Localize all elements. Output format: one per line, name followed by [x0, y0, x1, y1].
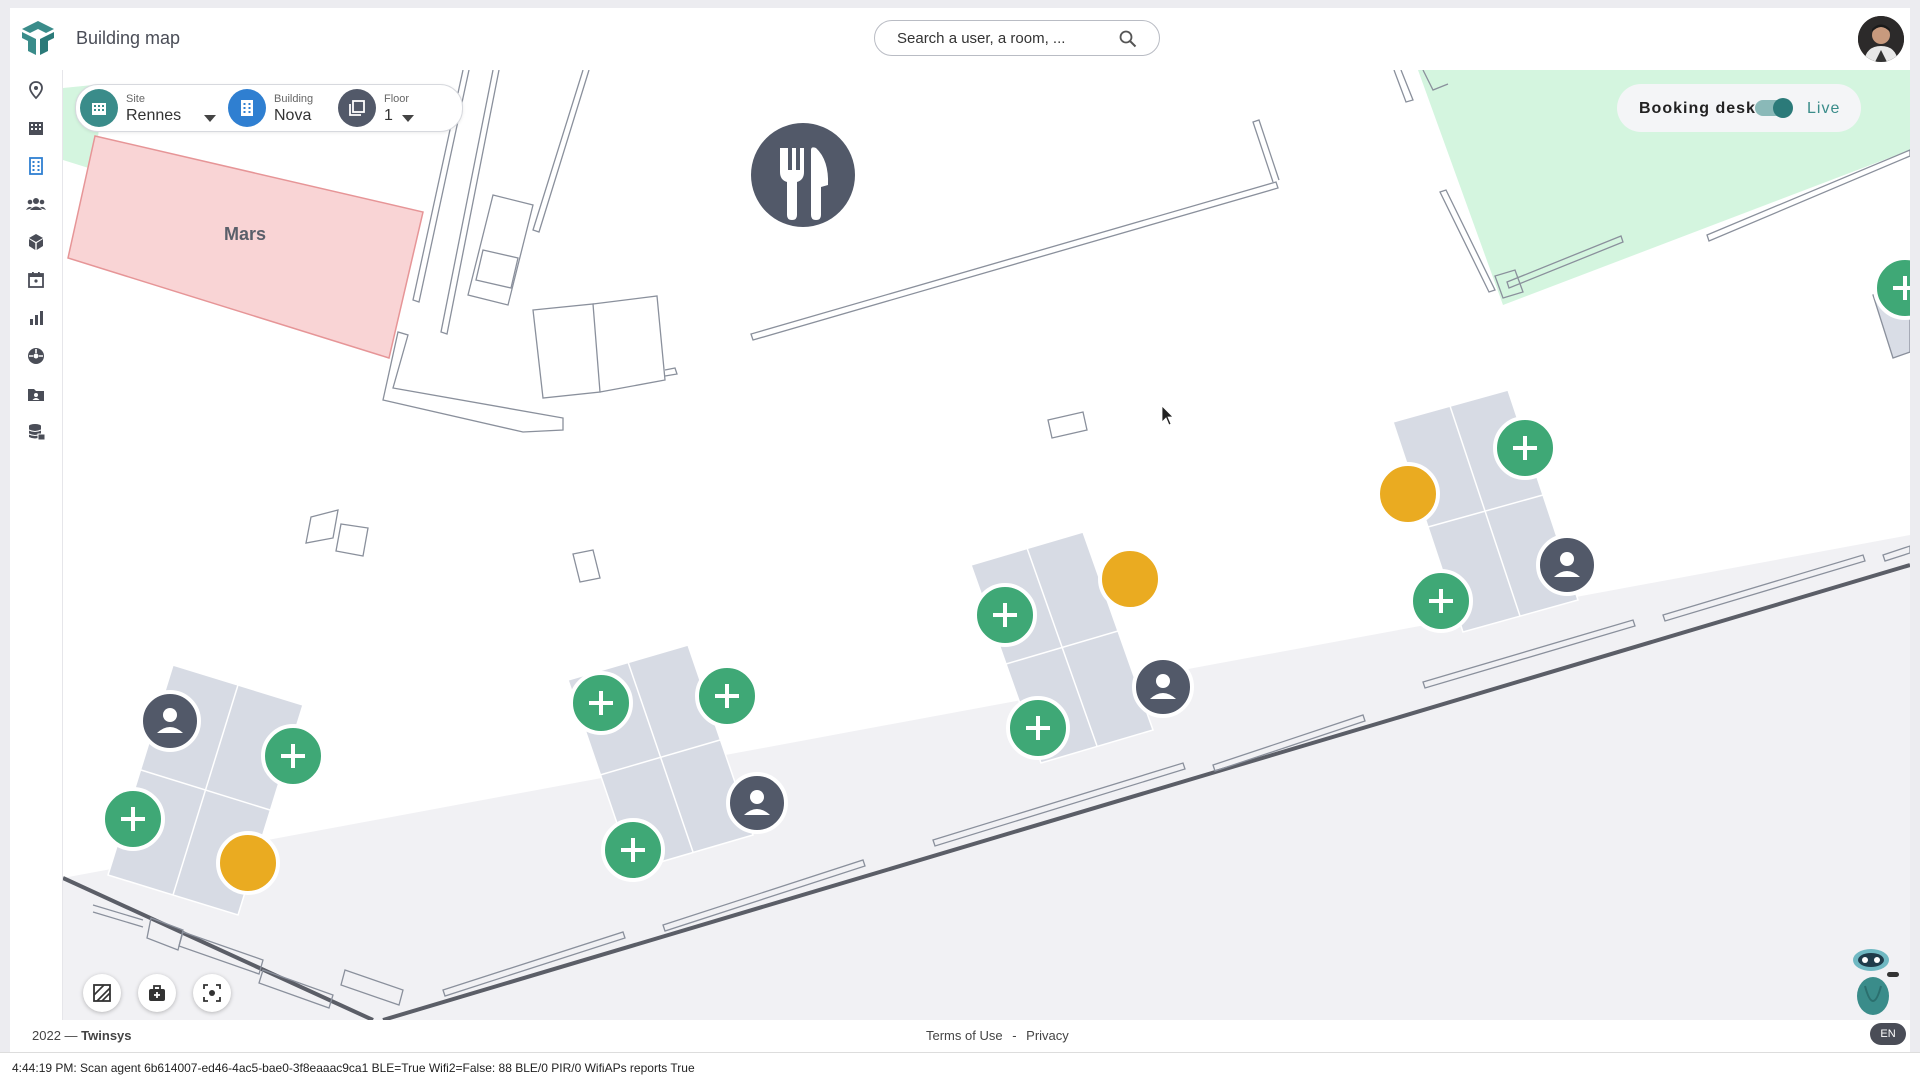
toolbox-icon	[149, 985, 165, 1001]
app-window: Building map Search a user, a room, ... …	[10, 8, 1910, 1052]
booking-desk-label: Booking desk	[1639, 100, 1756, 117]
floor-plan: Mars	[63, 70, 1910, 1020]
building-label: Building	[274, 93, 314, 105]
building-selector[interactable]: Building Nova	[224, 85, 334, 131]
site-value: Rennes	[126, 107, 182, 124]
hatch-icon	[93, 984, 111, 1002]
restaurant-icon	[751, 123, 855, 227]
floor-value: 1	[384, 107, 393, 124]
search-input[interactable]	[895, 29, 1119, 48]
assistant-robot-icon[interactable]	[1845, 946, 1901, 1016]
badge-folder-icon	[28, 389, 44, 401]
room-mars-label: Mars	[224, 224, 266, 244]
footer-separator: -	[1012, 1028, 1017, 1043]
sidebar-item-statistics[interactable]	[22, 304, 50, 332]
live-toggle[interactable]	[1755, 98, 1793, 118]
sidebar-item-buildings[interactable]	[22, 114, 50, 142]
page-title: Building map	[76, 28, 181, 48]
floor-layers-icon	[338, 89, 376, 127]
top-header: Building map	[10, 8, 1910, 71]
footer-links: Terms of Use - Privacy	[926, 1028, 1069, 1043]
location-selector: Site Rennes Building Nova Floor 1	[75, 84, 463, 132]
site-selector[interactable]: Site Rennes	[76, 85, 222, 131]
live-label: Live	[1807, 100, 1841, 117]
cube-icon	[29, 234, 43, 250]
sidebar-item-building-map[interactable]	[22, 152, 50, 180]
site-chevron-down-icon	[204, 115, 216, 122]
dashboard-icon	[28, 348, 44, 364]
buildings-icon	[29, 122, 43, 135]
sidebar-item-database[interactable]	[22, 418, 50, 446]
sidebar-item-calendar[interactable]	[22, 266, 50, 294]
twinsys-logo[interactable]	[18, 18, 58, 58]
search-icon[interactable]	[1119, 30, 1137, 48]
copyright: 2022 — Twinsys	[32, 1028, 132, 1043]
database-lock-icon	[28, 424, 46, 441]
location-pin-icon	[29, 81, 43, 100]
bar-chart-icon	[30, 311, 43, 325]
footer: 2022 — Twinsys Terms of Use - Privacy EN	[10, 1020, 1910, 1052]
copyright-year: 2022 —	[32, 1028, 78, 1043]
floor-selector[interactable]: Floor 1	[334, 85, 460, 131]
sidebar	[10, 70, 63, 1020]
floor-chevron-down-icon	[402, 115, 414, 122]
building-map-canvas[interactable]: Mars Site Rennes Building Nova Floor 1 B…	[63, 70, 1910, 1020]
floor-label: Floor	[384, 93, 410, 105]
building-value: Nova	[274, 107, 312, 124]
site-label: Site	[126, 93, 145, 105]
status-bar: 4:44:19 PM: Scan agent 6b614007-ed46-4ac…	[0, 1052, 1920, 1081]
mouse-cursor	[1161, 405, 1174, 426]
language-button[interactable]: EN	[1870, 1023, 1906, 1045]
terms-link[interactable]: Terms of Use	[926, 1028, 1003, 1043]
calendar-icon	[28, 272, 44, 288]
focus-button[interactable]	[193, 974, 231, 1012]
room-mars	[67, 135, 424, 359]
sidebar-item-locations[interactable]	[22, 76, 50, 104]
user-avatar[interactable]	[1858, 16, 1904, 62]
site-building-icon	[80, 89, 118, 127]
sidebar-item-people[interactable]	[22, 190, 50, 218]
sidebar-item-dashboard[interactable]	[22, 342, 50, 370]
sidebar-item-badges[interactable]	[22, 380, 50, 408]
sidebar-item-assets[interactable]	[22, 228, 50, 256]
building-icon	[228, 89, 266, 127]
building-map-icon	[29, 157, 43, 175]
focus-icon	[203, 984, 221, 1002]
toolbox-button[interactable]	[138, 974, 176, 1012]
privacy-link[interactable]: Privacy	[1026, 1028, 1069, 1043]
people-icon	[26, 198, 46, 210]
status-message: 4:44:19 PM: Scan agent 6b614007-ed46-4ac…	[12, 1061, 695, 1075]
brand-name: Twinsys	[81, 1028, 132, 1043]
hatch-toggle-button[interactable]	[83, 974, 121, 1012]
booking-desk-panel: Booking desk Live	[1617, 84, 1861, 132]
search-bar[interactable]	[874, 20, 1160, 56]
